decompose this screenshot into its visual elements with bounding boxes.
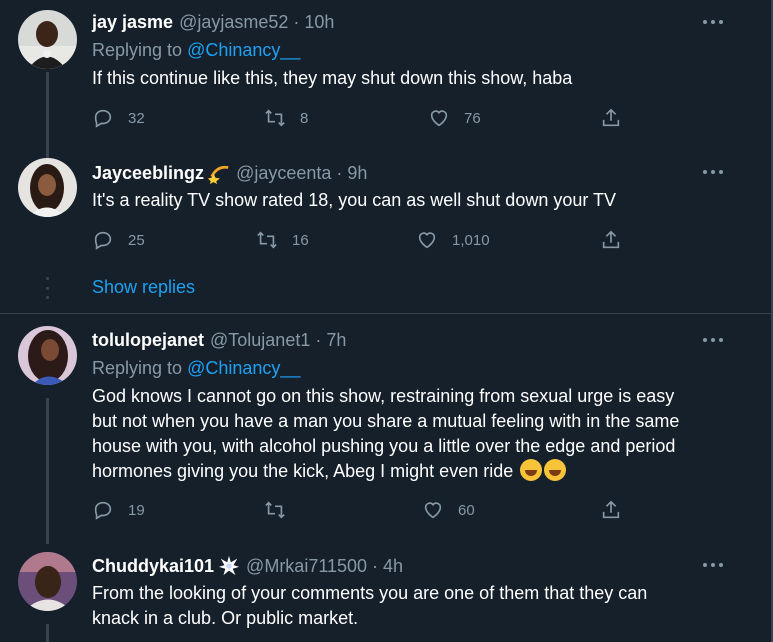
reply-count: 32: [128, 109, 145, 127]
handle-and-time[interactable]: @Tolujanet1 · 7h: [210, 330, 346, 351]
retweet-icon: [265, 501, 285, 519]
display-name[interactable]: jay jasme: [92, 12, 173, 33]
thread-line: [46, 624, 49, 642]
tweet-jayceeblingz[interactable]: Jayceeblingz @jayceenta · 9h It's a real…: [0, 150, 771, 265]
heart-icon: [430, 110, 448, 127]
avatar[interactable]: [18, 326, 77, 385]
thread-continuation-dots: [46, 277, 49, 299]
tweet-text-line-last: hormones giving you the kick, Abeg I mig…: [92, 459, 752, 484]
replying-to-label: Replying to: [92, 40, 183, 60]
share-button[interactable]: [600, 499, 622, 521]
display-name[interactable]: tolulopejanet: [92, 330, 204, 351]
retweet-count: 16: [292, 231, 309, 249]
like-count: 60: [458, 501, 475, 519]
reply-button[interactable]: 32: [92, 107, 145, 129]
retweet-button[interactable]: 16: [256, 229, 309, 251]
more-options-icon[interactable]: [703, 337, 723, 343]
avatar[interactable]: [18, 158, 77, 217]
avatar[interactable]: [18, 10, 77, 69]
reply-count: 25: [128, 231, 145, 249]
replying-to-label: Replying to: [92, 358, 183, 378]
retweet-button[interactable]: [264, 499, 300, 521]
mention-link[interactable]: @Chinancy__: [187, 358, 300, 378]
tweet-text-line: hormones giving you the kick, Abeg I mig…: [92, 461, 514, 481]
rolling-laughing-icon: [544, 459, 567, 481]
share-button[interactable]: [600, 229, 622, 251]
display-name[interactable]: Jayceeblingz: [92, 163, 204, 184]
thread-line: [46, 72, 49, 160]
handle-and-time[interactable]: @jayceenta · 9h: [236, 163, 367, 184]
more-options-icon[interactable]: [703, 169, 723, 175]
share-icon: [602, 500, 620, 519]
replying-to: Replying to @Chinancy__: [92, 358, 300, 379]
tweet-text-line: From the looking of your comments you ar…: [92, 583, 648, 603]
tweet-text-line: knack in a club. Or public market.: [92, 608, 359, 628]
tweet-text-line: but not when you have a man you share a …: [92, 411, 680, 431]
tweet-jay-jasme[interactable]: jay jasme @jayjasme52 · 10h Replying to …: [0, 0, 771, 160]
retweet-button[interactable]: 8: [264, 107, 308, 129]
mention-link[interactable]: @Chinancy__: [187, 40, 300, 60]
heart-icon: [424, 502, 442, 519]
heart-icon: [418, 232, 436, 249]
reply-icon: [94, 109, 112, 128]
handle-and-time[interactable]: @jayjasme52 · 10h: [179, 12, 334, 33]
retweet-count: 8: [300, 109, 309, 127]
reply-button[interactable]: 25: [92, 229, 145, 251]
share-button[interactable]: [600, 107, 622, 129]
like-button[interactable]: 1,010: [416, 229, 490, 251]
retweet-icon: [257, 231, 277, 249]
retweet-icon: [265, 109, 285, 127]
thread-line: [46, 398, 49, 544]
display-name[interactable]: Chuddykai101: [92, 556, 214, 577]
reply-count: 19: [128, 501, 145, 519]
collision-icon: [218, 555, 240, 576]
tweet-text-line: God knows I cannot go on this show, rest…: [92, 386, 675, 406]
more-options-icon[interactable]: [703, 562, 723, 568]
rolling-laughing-icon: [520, 459, 543, 481]
share-icon: [602, 108, 620, 127]
tweet-chuddykai101[interactable]: Chuddykai101 @Mrkai711500 · 4h From the …: [0, 540, 771, 642]
reply-icon: [94, 231, 112, 250]
tweet-actions: 32 8 76: [92, 107, 632, 131]
tweet-text: It's a reality TV show rated 18, you can…: [92, 190, 617, 210]
more-options-icon[interactable]: [703, 19, 723, 25]
dizzy-icon: [208, 165, 229, 184]
reply-button[interactable]: 19: [92, 499, 145, 521]
share-icon: [602, 230, 620, 249]
like-button[interactable]: 60: [422, 499, 475, 521]
tweet-text: From the looking of your comments you ar…: [92, 581, 752, 631]
tweet-actions: 25 16 1,010: [92, 229, 632, 253]
like-count: 76: [464, 109, 481, 127]
show-replies-link[interactable]: Show replies: [92, 277, 195, 298]
replying-to: Replying to @Chinancy__: [92, 40, 300, 61]
tweet-actions: 19 60: [92, 499, 632, 523]
tweet-text: If this continue like this, they may shu…: [92, 68, 573, 88]
reply-icon: [94, 501, 112, 520]
like-count: 1,010: [452, 231, 490, 249]
tweet-text: God knows I cannot go on this show, rest…: [92, 384, 752, 484]
handle-and-time[interactable]: @Mrkai711500 · 4h: [246, 556, 403, 577]
like-button[interactable]: 76: [428, 107, 481, 129]
tweet-tolulopejanet[interactable]: tolulopejanet @Tolujanet1 · 7h Replying …: [0, 314, 771, 544]
avatar[interactable]: [18, 552, 77, 611]
tweet-text-line: house with you, with alcohol pushing you…: [92, 436, 676, 456]
